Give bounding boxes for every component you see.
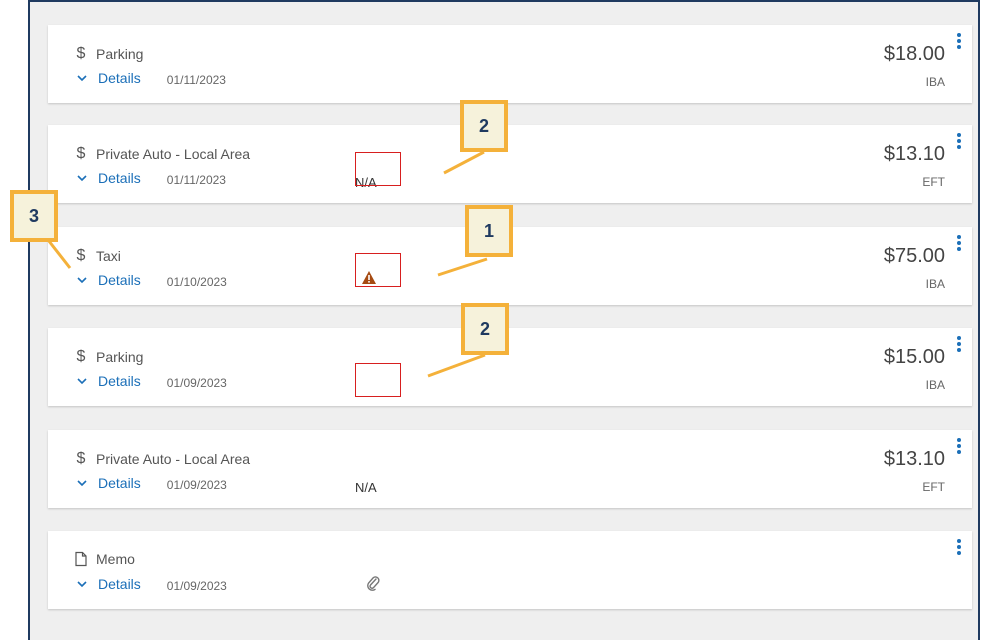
expense-date: 01/10/2023 <box>166 275 227 289</box>
payment-type: IBA <box>925 378 945 392</box>
dollar-icon: $ <box>76 247 86 264</box>
kebab-menu-icon[interactable] <box>956 235 962 253</box>
expense-amount: $75.00 <box>883 245 945 267</box>
expense-title-row: $ Taxi <box>74 247 121 265</box>
payment-type: EFT <box>922 480 945 494</box>
document-icon <box>75 551 87 567</box>
memo-card: Memo Details 01/09/2023 <box>48 531 972 609</box>
expense-title: Private Auto - Local Area <box>96 146 251 162</box>
dollar-icon: $ <box>76 348 86 365</box>
details-row: Details 01/11/2023 <box>76 70 226 87</box>
expense-title-row: $ Parking <box>74 45 144 63</box>
expense-title-row: $ Parking <box>74 348 144 366</box>
payment-type: IBA <box>925 75 945 89</box>
highlight-box <box>355 152 401 186</box>
callout-badge: 1 <box>465 205 513 257</box>
status-text: N/A <box>355 480 377 495</box>
dollar-icon: $ <box>76 45 86 62</box>
expense-date: 01/09/2023 <box>166 478 227 492</box>
callout-badge: 2 <box>461 303 509 355</box>
details-row: Details 01/09/2023 <box>76 576 227 593</box>
details-toggle[interactable]: Details <box>98 170 141 186</box>
details-toggle[interactable]: Details <box>98 475 141 491</box>
kebab-menu-icon[interactable] <box>956 336 962 354</box>
paperclip-icon[interactable] <box>366 575 380 591</box>
kebab-menu-icon[interactable] <box>956 438 962 456</box>
details-row: Details 01/11/2023 <box>76 170 226 187</box>
expense-title: Taxi <box>96 248 121 264</box>
expense-card-parking: $ Parking Details 01/11/2023 $18.00 IBA <box>48 25 972 103</box>
expense-date: 01/11/2023 <box>166 73 226 87</box>
chevron-down-icon[interactable] <box>76 72 88 84</box>
chevron-down-icon[interactable] <box>76 375 88 387</box>
dollar-icon: $ <box>76 145 86 162</box>
expense-title: Parking <box>96 349 144 365</box>
expense-date: 01/09/2023 <box>166 376 227 390</box>
chevron-down-icon[interactable] <box>76 578 88 590</box>
details-row: Details 01/10/2023 <box>76 272 227 289</box>
expense-card-private-auto: $ Private Auto - Local Area Details 01/0… <box>48 430 972 508</box>
expense-date: 01/11/2023 <box>166 173 226 187</box>
expense-title-row: $ Private Auto - Local Area <box>74 450 251 468</box>
kebab-menu-icon[interactable] <box>956 539 962 557</box>
expense-card-parking: $ Parking Details 01/09/2023 $15.00 IBA <box>48 328 972 406</box>
callout-badge: 2 <box>460 100 508 152</box>
expense-amount: $18.00 <box>883 43 945 65</box>
expense-title: Parking <box>96 46 144 62</box>
details-toggle[interactable]: Details <box>98 373 141 389</box>
dollar-icon: $ <box>76 450 86 467</box>
chevron-down-icon[interactable] <box>76 477 88 489</box>
expense-amount: $13.10 <box>883 448 945 470</box>
chevron-down-icon[interactable] <box>76 172 88 184</box>
expense-amount: $13.10 <box>883 143 945 165</box>
details-toggle[interactable]: Details <box>98 70 141 86</box>
details-row: Details 01/09/2023 <box>76 373 227 390</box>
expense-title-row: Memo <box>74 551 135 567</box>
payment-type: IBA <box>925 277 945 291</box>
details-row: Details 01/09/2023 <box>76 475 227 492</box>
details-toggle[interactable]: Details <box>98 576 141 592</box>
kebab-menu-icon[interactable] <box>956 33 962 51</box>
expense-card-private-auto: $ Private Auto - Local Area Details 01/1… <box>48 125 972 203</box>
highlight-box <box>355 253 401 287</box>
expense-title: Private Auto - Local Area <box>96 451 251 467</box>
expense-title-row: $ Private Auto - Local Area <box>74 145 251 163</box>
details-toggle[interactable]: Details <box>98 272 141 288</box>
payment-type: EFT <box>922 175 945 189</box>
expense-amount: $15.00 <box>883 346 945 368</box>
callout-badge: 3 <box>10 190 58 242</box>
highlight-box <box>355 363 401 397</box>
chevron-down-icon[interactable] <box>76 274 88 286</box>
memo-title: Memo <box>96 551 135 567</box>
memo-date: 01/09/2023 <box>166 579 227 593</box>
kebab-menu-icon[interactable] <box>956 133 962 151</box>
